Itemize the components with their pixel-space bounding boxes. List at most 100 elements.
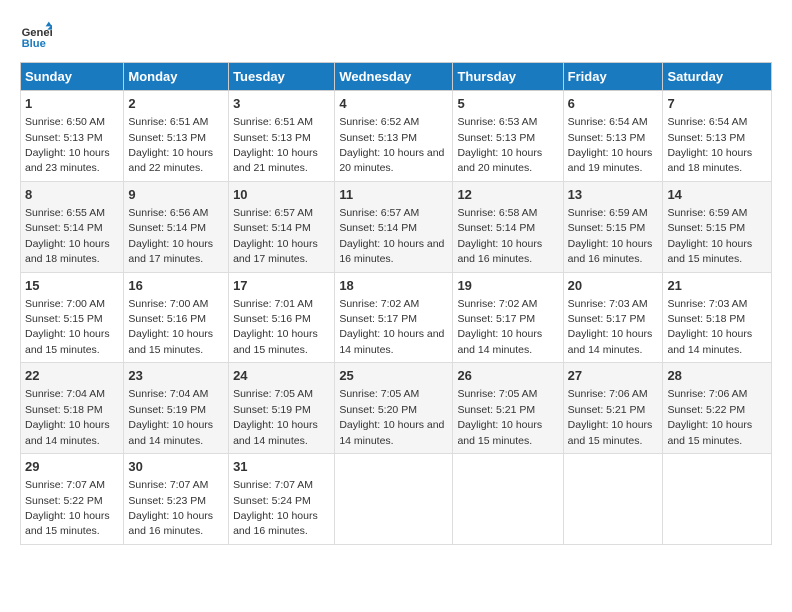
day-number: 3 (233, 95, 330, 113)
header-wednesday: Wednesday (335, 63, 453, 91)
daylight-text: Daylight: 10 hours and 17 minutes. (128, 238, 213, 265)
sunset-text: Sunset: 5:15 PM (667, 222, 745, 234)
calendar-cell: 31 Sunrise: 7:07 AM Sunset: 5:24 PM Dayl… (229, 454, 335, 545)
calendar-week-row: 8 Sunrise: 6:55 AM Sunset: 5:14 PM Dayli… (21, 181, 772, 272)
calendar-cell: 7 Sunrise: 6:54 AM Sunset: 5:13 PM Dayli… (663, 91, 772, 182)
header-monday: Monday (124, 63, 229, 91)
day-number: 15 (25, 277, 119, 295)
daylight-text: Daylight: 10 hours and 14 minutes. (233, 419, 318, 446)
sunset-text: Sunset: 5:14 PM (25, 222, 103, 234)
sunrise-text: Sunrise: 6:57 AM (339, 207, 419, 219)
daylight-text: Daylight: 10 hours and 15 minutes. (25, 328, 110, 355)
sunrise-text: Sunrise: 6:50 AM (25, 116, 105, 128)
calendar-table: SundayMondayTuesdayWednesdayThursdayFrid… (20, 62, 772, 545)
sunrise-text: Sunrise: 7:04 AM (25, 388, 105, 400)
calendar-cell: 28 Sunrise: 7:06 AM Sunset: 5:22 PM Dayl… (663, 363, 772, 454)
sunset-text: Sunset: 5:14 PM (457, 222, 535, 234)
header-friday: Friday (563, 63, 663, 91)
sunrise-text: Sunrise: 7:03 AM (568, 298, 648, 310)
daylight-text: Daylight: 10 hours and 14 minutes. (667, 328, 752, 355)
daylight-text: Daylight: 10 hours and 22 minutes. (128, 147, 213, 174)
calendar-cell: 17 Sunrise: 7:01 AM Sunset: 5:16 PM Dayl… (229, 272, 335, 363)
calendar-cell: 27 Sunrise: 7:06 AM Sunset: 5:21 PM Dayl… (563, 363, 663, 454)
calendar-cell: 12 Sunrise: 6:58 AM Sunset: 5:14 PM Dayl… (453, 181, 563, 272)
calendar-cell: 30 Sunrise: 7:07 AM Sunset: 5:23 PM Dayl… (124, 454, 229, 545)
daylight-text: Daylight: 10 hours and 21 minutes. (233, 147, 318, 174)
sunrise-text: Sunrise: 7:07 AM (233, 479, 313, 491)
calendar-cell: 9 Sunrise: 6:56 AM Sunset: 5:14 PM Dayli… (124, 181, 229, 272)
day-number: 18 (339, 277, 448, 295)
sunrise-text: Sunrise: 7:05 AM (233, 388, 313, 400)
logo-icon: General Blue (20, 20, 52, 52)
daylight-text: Daylight: 10 hours and 23 minutes. (25, 147, 110, 174)
calendar-cell: 21 Sunrise: 7:03 AM Sunset: 5:18 PM Dayl… (663, 272, 772, 363)
sunset-text: Sunset: 5:13 PM (128, 132, 206, 144)
daylight-text: Daylight: 10 hours and 16 minutes. (339, 238, 444, 265)
sunset-text: Sunset: 5:22 PM (667, 404, 745, 416)
sunset-text: Sunset: 5:17 PM (568, 313, 646, 325)
sunset-text: Sunset: 5:19 PM (128, 404, 206, 416)
calendar-cell (563, 454, 663, 545)
sunrise-text: Sunrise: 7:06 AM (667, 388, 747, 400)
calendar-cell: 19 Sunrise: 7:02 AM Sunset: 5:17 PM Dayl… (453, 272, 563, 363)
day-number: 29 (25, 458, 119, 476)
day-number: 1 (25, 95, 119, 113)
sunset-text: Sunset: 5:21 PM (568, 404, 646, 416)
daylight-text: Daylight: 10 hours and 18 minutes. (25, 238, 110, 265)
daylight-text: Daylight: 10 hours and 19 minutes. (568, 147, 653, 174)
sunrise-text: Sunrise: 6:59 AM (667, 207, 747, 219)
header-thursday: Thursday (453, 63, 563, 91)
calendar-week-row: 15 Sunrise: 7:00 AM Sunset: 5:15 PM Dayl… (21, 272, 772, 363)
calendar-week-row: 29 Sunrise: 7:07 AM Sunset: 5:22 PM Dayl… (21, 454, 772, 545)
day-number: 5 (457, 95, 558, 113)
day-number: 16 (128, 277, 224, 295)
calendar-cell: 11 Sunrise: 6:57 AM Sunset: 5:14 PM Dayl… (335, 181, 453, 272)
daylight-text: Daylight: 10 hours and 16 minutes. (128, 510, 213, 537)
day-number: 23 (128, 367, 224, 385)
sunset-text: Sunset: 5:17 PM (457, 313, 535, 325)
daylight-text: Daylight: 10 hours and 18 minutes. (667, 147, 752, 174)
sunset-text: Sunset: 5:17 PM (339, 313, 417, 325)
sunrise-text: Sunrise: 6:54 AM (667, 116, 747, 128)
sunset-text: Sunset: 5:23 PM (128, 495, 206, 507)
calendar-cell (335, 454, 453, 545)
calendar-header-row: SundayMondayTuesdayWednesdayThursdayFrid… (21, 63, 772, 91)
day-number: 13 (568, 186, 659, 204)
calendar-cell (453, 454, 563, 545)
calendar-cell: 15 Sunrise: 7:00 AM Sunset: 5:15 PM Dayl… (21, 272, 124, 363)
sunset-text: Sunset: 5:15 PM (568, 222, 646, 234)
daylight-text: Daylight: 10 hours and 14 minutes. (25, 419, 110, 446)
sunset-text: Sunset: 5:22 PM (25, 495, 103, 507)
daylight-text: Daylight: 10 hours and 14 minutes. (339, 328, 444, 355)
calendar-cell (663, 454, 772, 545)
day-number: 21 (667, 277, 767, 295)
sunset-text: Sunset: 5:20 PM (339, 404, 417, 416)
day-number: 6 (568, 95, 659, 113)
logo: General Blue (20, 20, 52, 52)
header-sunday: Sunday (21, 63, 124, 91)
day-number: 20 (568, 277, 659, 295)
sunset-text: Sunset: 5:15 PM (25, 313, 103, 325)
calendar-cell: 13 Sunrise: 6:59 AM Sunset: 5:15 PM Dayl… (563, 181, 663, 272)
day-number: 31 (233, 458, 330, 476)
calendar-cell: 8 Sunrise: 6:55 AM Sunset: 5:14 PM Dayli… (21, 181, 124, 272)
daylight-text: Daylight: 10 hours and 15 minutes. (128, 328, 213, 355)
header-saturday: Saturday (663, 63, 772, 91)
day-number: 9 (128, 186, 224, 204)
sunset-text: Sunset: 5:13 PM (339, 132, 417, 144)
daylight-text: Daylight: 10 hours and 15 minutes. (667, 238, 752, 265)
calendar-cell: 1 Sunrise: 6:50 AM Sunset: 5:13 PM Dayli… (21, 91, 124, 182)
sunset-text: Sunset: 5:13 PM (233, 132, 311, 144)
day-number: 2 (128, 95, 224, 113)
sunset-text: Sunset: 5:14 PM (128, 222, 206, 234)
day-number: 14 (667, 186, 767, 204)
sunrise-text: Sunrise: 7:00 AM (128, 298, 208, 310)
day-number: 24 (233, 367, 330, 385)
sunrise-text: Sunrise: 7:05 AM (457, 388, 537, 400)
day-number: 27 (568, 367, 659, 385)
sunset-text: Sunset: 5:19 PM (233, 404, 311, 416)
day-number: 4 (339, 95, 448, 113)
sunrise-text: Sunrise: 7:01 AM (233, 298, 313, 310)
sunset-text: Sunset: 5:24 PM (233, 495, 311, 507)
sunrise-text: Sunrise: 7:02 AM (339, 298, 419, 310)
